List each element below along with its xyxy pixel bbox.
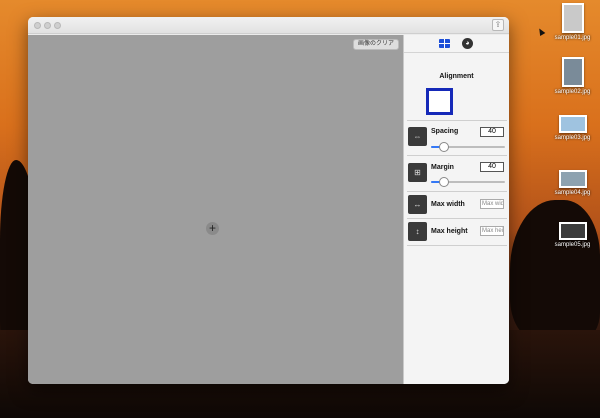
desktop-file-sample05[interactable]: sample05.jpg [545,222,600,248]
margin-slider-thumb[interactable] [439,177,450,187]
margin-icon: ⊞ [408,163,427,182]
image-thumbnail [561,57,584,87]
close-window-button[interactable] [34,22,41,29]
spacing-icon: ⇔ [408,127,427,146]
app-window: ⇪ 画像のクリア + ◕ Alignment ⇔ Spacing 40 ⊞ Ma… [28,17,509,384]
image-thumbnail [561,3,584,33]
layout-tab-grid-icon[interactable] [439,39,450,48]
divider [407,155,507,156]
image-thumbnail [558,115,587,133]
divider [407,245,507,246]
desktop-file-sample04[interactable]: sample04.jpg [545,170,600,196]
desktop-file-sample02[interactable]: sample02.jpg [545,57,600,95]
divider [407,218,507,219]
spacing-slider[interactable] [431,142,505,152]
spacing-slider-thumb[interactable] [439,142,450,152]
minimize-window-button[interactable] [44,22,51,29]
desktop-wallpaper-silhouette-right [510,200,600,340]
desktop-file-sample01[interactable]: sample01.jpg [545,3,600,41]
divider [407,191,507,192]
image-thumbnail [558,222,587,240]
desktop-file-sample03[interactable]: sample03.jpg [545,115,600,141]
add-image-icon[interactable]: + [206,222,219,235]
margin-slider[interactable] [431,177,505,187]
alignment-selector[interactable] [426,88,453,115]
zoom-window-button[interactable] [54,22,61,29]
file-label: sample01.jpg [554,35,591,41]
spacing-label: Spacing [431,128,459,135]
file-label: sample02.jpg [554,89,591,95]
inspector-panel: ◕ Alignment ⇔ Spacing 40 ⊞ Margin 40 ↔ M… [403,35,509,384]
inspector-tab-bar: ◕ [404,35,509,53]
file-label: sample04.jpg [554,190,591,196]
max-height-icon: ↕ [408,222,427,241]
spacing-value-field[interactable]: 40 [480,127,504,137]
image-canvas[interactable]: 画像のクリア + [28,35,403,384]
style-tab-palette-icon[interactable]: ◕ [462,38,473,49]
max-width-label: Max width [431,201,465,208]
max-height-input[interactable]: Max height [480,226,504,236]
image-thumbnail [558,170,587,188]
file-label: sample05.jpg [554,242,591,248]
max-height-label: Max height [431,228,468,235]
margin-value-field[interactable]: 40 [480,162,504,172]
file-label: sample03.jpg [554,135,591,141]
margin-label: Margin [431,164,454,171]
clear-images-button[interactable]: 画像のクリア [353,39,399,50]
max-width-icon: ↔ [408,195,427,214]
alignment-heading: Alignment [439,73,474,80]
max-width-input[interactable]: Max width [480,199,504,209]
window-titlebar[interactable]: ⇪ [28,17,509,34]
share-icon[interactable]: ⇪ [492,19,504,31]
divider [407,120,507,121]
